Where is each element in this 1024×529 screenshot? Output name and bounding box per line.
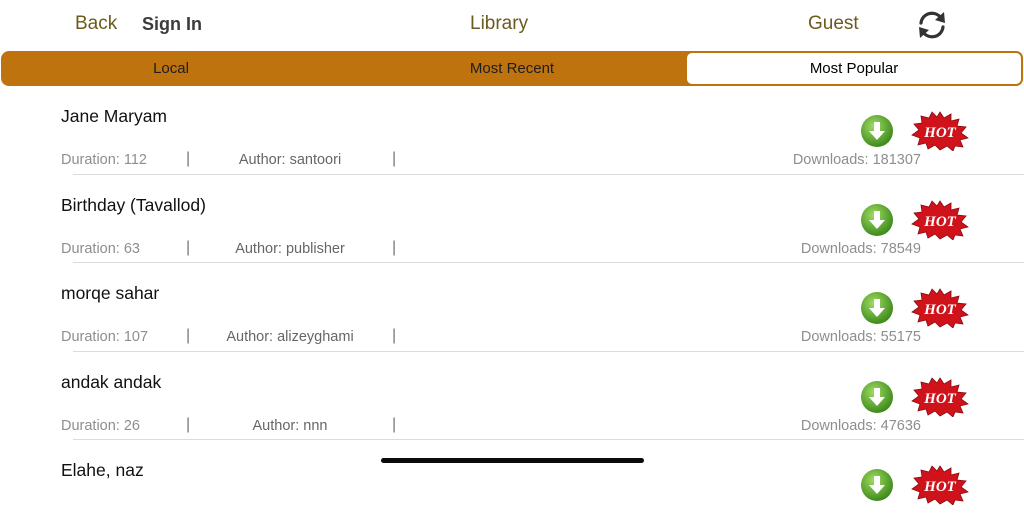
download-arrow-icon[interactable]: [860, 291, 894, 325]
track-title: Jane Maryam: [61, 106, 168, 126]
track-downloads: Downloads: 181307: [792, 152, 921, 168]
page-title: Library: [470, 13, 529, 34]
hot-badge-icon: HOT: [911, 199, 969, 241]
track-title: morqe sahar: [61, 283, 160, 303]
track-downloads: Downloads: 55175: [800, 329, 921, 345]
hot-badge-icon: HOT: [911, 111, 969, 152]
list-item[interactable]: Elahe, naz HOT: [0, 440, 1024, 529]
tab-most-popular[interactable]: Most Popular: [685, 51, 1023, 86]
list-item[interactable]: Birthday (Tavallod) Duration: 63 | Author: …: [0, 175, 1024, 263]
refresh-icon[interactable]: [914, 8, 950, 42]
svg-text:HOT: HOT: [923, 214, 957, 230]
list-item[interactable]: morqe sahar Duration: 107 | Author: alizeyg…: [0, 263, 1024, 352]
sign-in-button[interactable]: Sign In: [142, 14, 202, 35]
separator: |: [392, 415, 397, 433]
svg-text:HOT: HOT: [923, 479, 957, 495]
tab-local[interactable]: Local: [1, 51, 341, 86]
track-duration: Duration: 26: [61, 417, 140, 434]
track-duration: Duration: 107: [61, 329, 149, 345]
track-duration: Duration: 112: [61, 152, 147, 168]
track-author: Author: nnn: [252, 417, 328, 434]
track-title: Birthday (Tavallod): [61, 194, 206, 215]
track-author: Author: alizeyghami: [226, 329, 354, 345]
track-duration: Duration: 63: [61, 240, 140, 257]
list-item[interactable]: andak andak Duration: 26 | Author: nnn | Down…: [0, 352, 1024, 440]
track-downloads: Downloads: 47636: [800, 417, 921, 434]
list-item[interactable]: Jane Maryam Duration: 112 | Author: santoor…: [0, 86, 1024, 175]
track-author: Author: publisher: [235, 240, 345, 257]
tab-most-recent[interactable]: Most Recent: [341, 51, 683, 86]
library-segmented-control: Local Most Recent Most Popular: [1, 51, 1023, 86]
track-title: andak andak: [61, 371, 162, 392]
svg-text:HOT: HOT: [923, 302, 957, 318]
home-indicator: [381, 458, 644, 463]
track-author: Author: santoori: [238, 152, 342, 168]
download-arrow-icon[interactable]: [860, 380, 894, 414]
back-button[interactable]: Back: [75, 13, 117, 35]
separator: |: [392, 238, 397, 256]
separator: |: [392, 327, 397, 344]
download-arrow-icon[interactable]: [860, 203, 894, 237]
hot-badge-icon: HOT: [911, 465, 969, 506]
top-navigation-bar: Back Sign In Library Guest: [0, 0, 1024, 50]
separator: |: [392, 150, 397, 167]
user-name-label: Guest: [808, 13, 859, 34]
download-arrow-icon[interactable]: [860, 114, 894, 148]
svg-text:HOT: HOT: [923, 391, 957, 407]
hot-badge-icon: HOT: [911, 376, 969, 418]
track-downloads: Downloads: 78549: [800, 240, 921, 257]
hot-badge-icon: HOT: [911, 288, 969, 329]
svg-text:HOT: HOT: [923, 125, 957, 141]
track-title: Elahe, naz: [61, 460, 144, 480]
download-arrow-icon[interactable]: [860, 468, 894, 502]
